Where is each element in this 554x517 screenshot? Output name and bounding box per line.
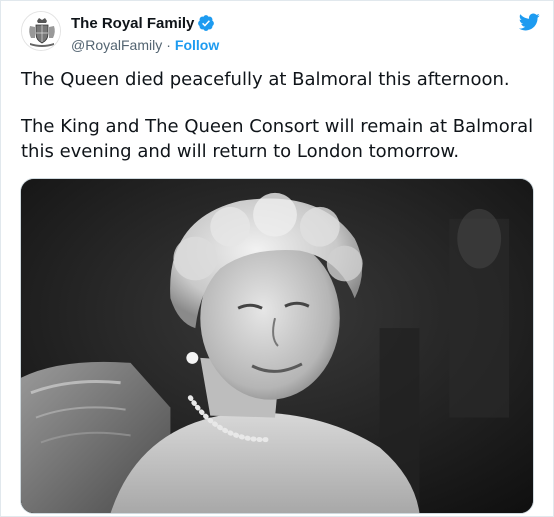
tweet-text: The Queen died peacefully at Balmoral th… xyxy=(21,67,541,164)
twitter-bird-icon[interactable] xyxy=(517,11,541,33)
account-handle[interactable]: @RoyalFamily xyxy=(71,37,162,53)
display-name[interactable]: The Royal Family xyxy=(71,15,194,32)
verified-badge-icon xyxy=(197,14,215,32)
name-row: The Royal Family xyxy=(71,13,219,33)
follow-button[interactable]: Follow xyxy=(175,37,219,53)
tweet-paragraph-2: The King and The Queen Consort will rema… xyxy=(21,116,534,162)
portrait-photo-image xyxy=(21,179,533,513)
avatar-royal-coat-of-arms[interactable] xyxy=(21,11,61,51)
royal-coat-of-arms-icon xyxy=(22,12,60,50)
tweet-card: The Royal Family @RoyalFamily · Follow T… xyxy=(0,0,554,517)
account-names: The Royal Family @RoyalFamily · Follow xyxy=(71,13,219,54)
tweet-paragraph-1: The Queen died peacefully at Balmoral th… xyxy=(21,69,510,90)
tweet-photo[interactable] xyxy=(20,178,534,514)
handle-row: @RoyalFamily · Follow xyxy=(71,36,219,54)
tweet-header: The Royal Family @RoyalFamily · Follow xyxy=(21,11,541,59)
separator-dot: · xyxy=(166,37,171,53)
